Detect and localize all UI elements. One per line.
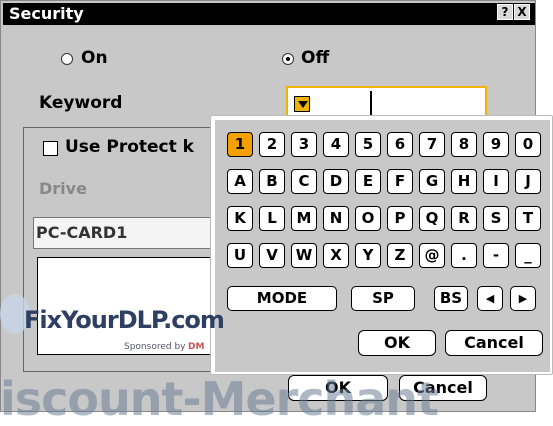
key-0-0[interactable]: 1 — [227, 132, 253, 157]
text-cursor — [370, 91, 372, 115]
title-bar: Security — [3, 3, 535, 25]
key-2-8[interactable]: S — [483, 206, 509, 231]
drive-select[interactable]: PC-CARD1 — [33, 217, 233, 249]
drive-label: Drive — [39, 179, 87, 198]
key-0-1[interactable]: 2 — [259, 132, 285, 157]
key-1-0[interactable]: A — [227, 169, 253, 194]
key-2-6[interactable]: Q — [419, 206, 445, 231]
keyboard-body: 1 2 3 4 5 6 7 8 9 0 A B C D E F G H I J K L M N O P Q R S T U V W X Y Z @. - _… — [215, 120, 550, 372]
key-3-1[interactable]: V — [259, 243, 285, 268]
right-arrow-key[interactable]: ▶ — [510, 286, 536, 311]
key-1-3[interactable]: D — [323, 169, 349, 194]
key-0-3[interactable]: 4 — [323, 132, 349, 157]
key-1-1[interactable]: B — [259, 169, 285, 194]
key-2-2[interactable]: M — [291, 206, 317, 231]
keyboard-cancel-button[interactable]: Cancel — [445, 330, 543, 356]
key-0-4[interactable]: 5 — [355, 132, 381, 157]
key-3-5[interactable]: Z — [387, 243, 413, 268]
key-3-8[interactable]: - — [483, 243, 509, 268]
key-2-1[interactable]: L — [259, 206, 285, 231]
radio-on-label: On — [81, 48, 108, 68]
key-1-6[interactable]: G — [419, 169, 445, 194]
use-protect-label: Use Protect k — [65, 137, 194, 157]
key-0-6[interactable]: 7 — [419, 132, 445, 157]
key-2-7[interactable]: R — [451, 206, 477, 231]
keyword-label: Keyword — [39, 93, 123, 113]
key-2-3[interactable]: N — [323, 206, 349, 231]
radio-off-label: Off — [301, 48, 330, 68]
mode-key[interactable]: MODE — [227, 286, 337, 311]
watermark-sponsor-logo: DM — [188, 342, 205, 352]
use-protect-checkbox[interactable] — [43, 141, 58, 156]
key-3-2[interactable]: W — [291, 243, 317, 268]
close-button[interactable]: X — [514, 4, 530, 20]
radio-on[interactable] — [61, 53, 73, 65]
key-3-9[interactable]: _ — [515, 243, 541, 268]
left-arrow-key[interactable]: ◀ — [477, 286, 503, 311]
key-1-7[interactable]: H — [451, 169, 477, 194]
key-2-0[interactable]: K — [227, 206, 253, 231]
key-0-5[interactable]: 6 — [387, 132, 413, 157]
key-3-3[interactable]: X — [323, 243, 349, 268]
key-3-6[interactable]: @ — [419, 243, 445, 268]
key-0-8[interactable]: 9 — [483, 132, 509, 157]
key-1-8[interactable]: I — [483, 169, 509, 194]
space-key[interactable]: SP — [351, 286, 415, 311]
onscreen-keyboard: 1 2 3 4 5 6 7 8 9 0 A B C D E F G H I J K L M N O P Q R S T U V W X Y Z @. - _… — [210, 115, 553, 375]
key-2-4[interactable]: O — [355, 206, 381, 231]
radio-off[interactable] — [282, 53, 294, 65]
key-1-2[interactable]: C — [291, 169, 317, 194]
key-0-2[interactable]: 3 — [291, 132, 317, 157]
key-0-7[interactable]: 8 — [451, 132, 477, 157]
keyboard-ok-button[interactable]: OK — [358, 330, 436, 356]
key-1-5[interactable]: F — [387, 169, 413, 194]
watermark-bottom-text: iscount-Merchant — [0, 372, 439, 426]
watermark-brand: FixYourDLP.com — [24, 306, 225, 334]
key-2-9[interactable]: T — [515, 206, 541, 231]
help-button[interactable]: ? — [497, 4, 513, 20]
radio-selected-dot — [286, 57, 290, 61]
keyboard-dropdown-icon[interactable] — [294, 96, 310, 112]
dialog-title: Security — [9, 4, 84, 23]
key-3-7[interactable]: . — [451, 243, 477, 268]
key-3-4[interactable]: Y — [355, 243, 381, 268]
backspace-key[interactable]: BS — [434, 286, 468, 311]
key-1-4[interactable]: E — [355, 169, 381, 194]
key-3-0[interactable]: U — [227, 243, 253, 268]
key-1-9[interactable]: J — [515, 169, 541, 194]
key-2-5[interactable]: P — [387, 206, 413, 231]
watermark-sponsored: Sponsored by — [124, 342, 186, 352]
key-0-9[interactable]: 0 — [515, 132, 541, 157]
